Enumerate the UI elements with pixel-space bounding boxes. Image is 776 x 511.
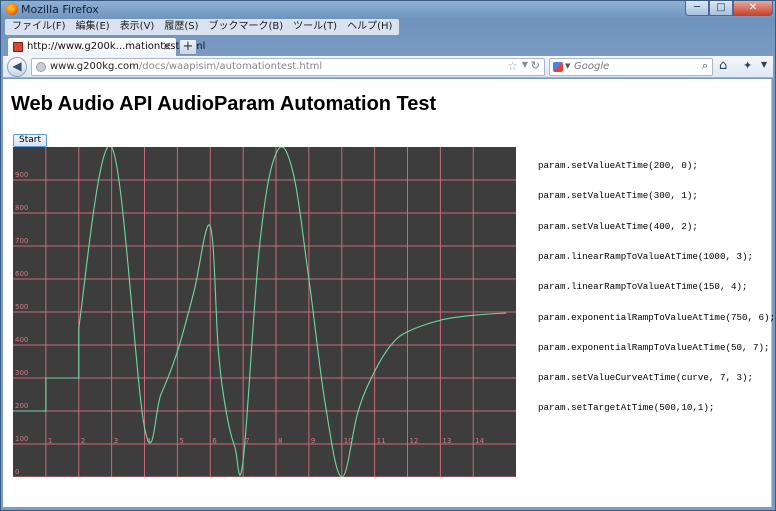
page-content: Web Audio API AudioParam Automation Test… (3, 79, 775, 507)
window-controls: ─ □ ✕ (685, 1, 773, 17)
y-tick-label: 800 (15, 204, 28, 212)
firefox-logo-icon (6, 3, 18, 15)
y-tick-label: 300 (15, 369, 28, 377)
url-text: www.g200kg.com/docs/waapisim/automationt… (50, 61, 322, 72)
menu-tools[interactable]: ツール(T) (288, 19, 342, 35)
url-host: www.g200kg.com (50, 61, 139, 72)
y-tick-label: 200 (15, 402, 28, 410)
tab-automationtest[interactable]: http://www.g200k...mationtest.html × (7, 37, 205, 57)
automation-graph: 1 2 3 4 5 6 7 8 9 10 11 12 13 14010020030040050060070… (13, 147, 516, 477)
navigation-toolbar: ◀ www.g200kg.com/docs/waapisim/automatio… (3, 56, 773, 78)
code-line: param.setTargetAtTime(500,10,1); (538, 402, 715, 414)
menu-help[interactable]: ヘルプ(H) (342, 19, 397, 35)
code-line: param.setValueAtTime(200, 0); (538, 160, 698, 172)
y-tick-label: 900 (15, 171, 28, 179)
menu-bar: ファイル(F) 編集(E) 表示(V) 履歴(S) ブックマーク(B) ツール(… (5, 19, 400, 35)
url-path: /docs/waapisim/automationtest.html (138, 61, 323, 72)
site-identity-icon[interactable] (36, 62, 46, 72)
code-line: param.linearRampToValueAtTime(1000, 3); (538, 251, 754, 263)
code-line: param.linearRampToValueAtTime(150, 4); (538, 281, 748, 293)
y-tick-label: 0 (15, 468, 19, 476)
menu-edit[interactable]: 編集(E) (71, 19, 115, 35)
y-tick-label: 600 (15, 270, 28, 278)
addon-icon[interactable]: ✦ (743, 59, 752, 72)
tab-close-icon[interactable]: × (162, 39, 172, 53)
code-line: param.setValueCurveAtTime(curve, 7, 3); (538, 372, 754, 384)
maximize-button[interactable]: □ (709, 1, 733, 16)
title-bar: Mozilla Firefox ─ □ ✕ (1, 1, 776, 18)
search-bar[interactable]: ▼ Google ⌕ (549, 58, 713, 76)
y-tick-label: 100 (15, 435, 28, 443)
page-favicon-icon (13, 42, 23, 52)
toolbar-menu-dropdown-icon[interactable]: ▼ (761, 60, 767, 69)
tab-bar: http://www.g200k...mationtest.html × + (5, 36, 773, 57)
menu-bookmarks[interactable]: ブックマーク(B) (204, 19, 289, 35)
code-line: param.setValueAtTime(400, 2); (538, 220, 698, 232)
home-icon[interactable]: ⌂ (719, 58, 727, 73)
menu-view[interactable]: 表示(V) (115, 19, 160, 35)
window-title: Mozilla Firefox (21, 3, 99, 16)
start-button[interactable]: Start (13, 134, 47, 147)
search-input[interactable]: Google (574, 61, 609, 72)
bookmark-star-icon[interactable]: ☆ (507, 59, 518, 73)
url-bar[interactable]: www.g200kg.com/docs/waapisim/automationt… (31, 58, 545, 76)
menu-history[interactable]: 履歴(S) (159, 19, 203, 35)
y-tick-label: 700 (15, 237, 28, 245)
engine-dropdown-icon[interactable]: ▼ (565, 62, 570, 70)
y-tick-label: 400 (15, 336, 28, 344)
code-line: param.exponentialRampToValueAtTime(750, … (538, 311, 776, 323)
y-tick-label: 500 (15, 303, 28, 311)
page-title: Web Audio API AudioParam Automation Test (11, 93, 437, 115)
code-listing: param.setValueAtTime(200, 0); param.setV… (538, 141, 775, 434)
menu-file[interactable]: ファイル(F) (7, 19, 71, 35)
back-arrow-icon: ◀ (12, 59, 22, 73)
close-button[interactable]: ✕ (733, 1, 773, 16)
google-engine-icon[interactable] (553, 62, 563, 72)
browser-window: Mozilla Firefox ─ □ ✕ ファイル(F) 編集(E) 表示(V… (0, 0, 776, 511)
new-tab-button[interactable]: + (179, 39, 197, 55)
reload-icon[interactable]: ↻ (531, 59, 540, 72)
code-line: param.setValueAtTime(300, 1); (538, 190, 698, 202)
code-line: param.exponentialRampToValueAtTime(50, 7… (538, 341, 770, 353)
minimize-button[interactable]: ─ (685, 1, 709, 16)
back-button[interactable]: ◀ (7, 57, 27, 77)
history-dropdown-icon[interactable]: ▼ (522, 60, 528, 69)
search-icon[interactable]: ⌕ (702, 59, 708, 73)
